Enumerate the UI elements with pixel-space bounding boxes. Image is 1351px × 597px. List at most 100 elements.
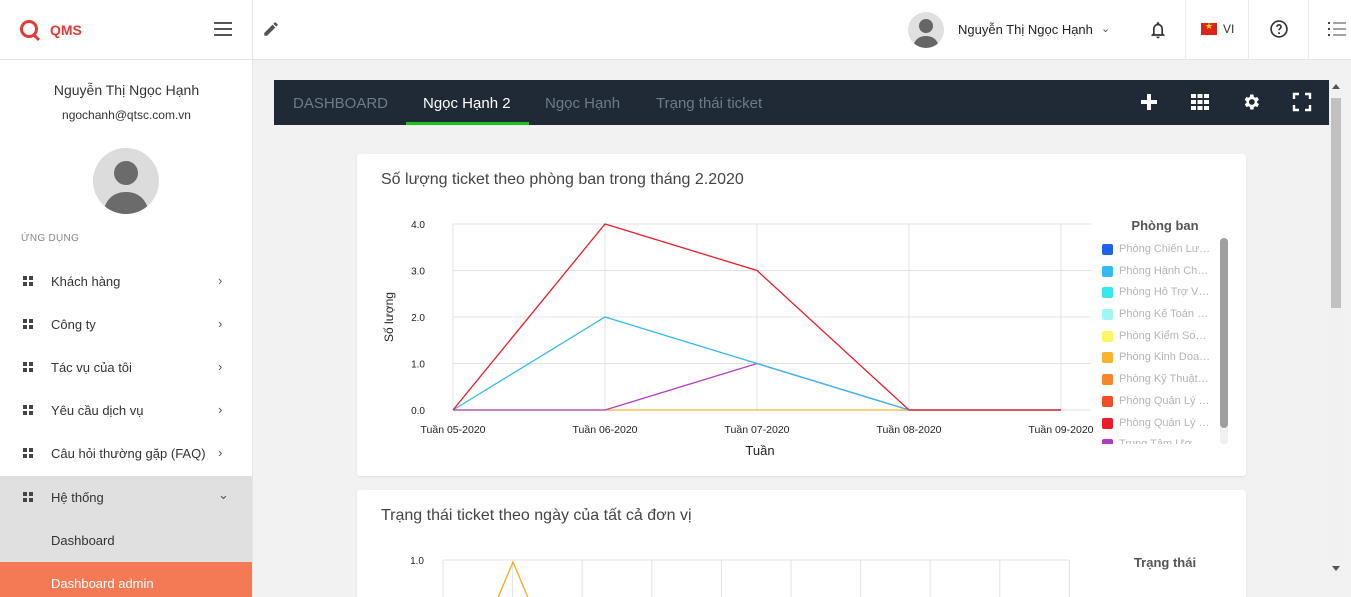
legend-item[interactable]: Phòng Hành Chí… xyxy=(1094,260,1230,282)
line-chart: 1.0 Trạng thái xyxy=(410,555,1196,597)
add-icon[interactable] xyxy=(1139,92,1159,112)
legend-label: Phòng Hành Chí… xyxy=(1119,264,1211,277)
legend-item[interactable]: Phòng Kinh Doanh xyxy=(1094,346,1230,368)
legend-item[interactable]: Trung Tâm Ươm… xyxy=(1094,433,1230,444)
brand: QMS xyxy=(0,0,253,60)
sidebar-item-label: Khách hàng xyxy=(51,274,121,289)
legend-item[interactable]: Phòng Chiến Lư… xyxy=(1094,238,1230,260)
y-axis-title: Số lượng xyxy=(382,292,396,342)
chevron-right-icon: › xyxy=(218,359,223,374)
y-tick-label: 4.0 xyxy=(411,220,425,231)
sidebar-item-label: Công ty xyxy=(51,317,96,332)
list-icon[interactable] xyxy=(1328,21,1346,37)
chevron-right-icon: › xyxy=(218,402,223,417)
legend-item[interactable]: Phòng Hỗ Trợ V… xyxy=(1094,281,1230,303)
grid-view-icon[interactable] xyxy=(1190,92,1210,112)
legend-item[interactable]: Phòng Quản Lý … xyxy=(1094,412,1230,434)
sidebar-subitem-label: Dashboard admin xyxy=(51,576,154,591)
fullscreen-icon[interactable] xyxy=(1292,92,1312,112)
bell-icon[interactable] xyxy=(1148,19,1168,41)
legend-item[interactable]: Phòng Kiểm Soá… xyxy=(1094,325,1230,347)
legend-title: Phòng ban xyxy=(1131,218,1198,233)
sidebar-item-faq[interactable]: Câu hỏi thường gặp (FAQ) › xyxy=(0,432,252,475)
sidebar-item-khach-hang[interactable]: Khách hàng › xyxy=(0,260,252,303)
x-tick-label: Tuần 05-2020 xyxy=(421,424,486,436)
legend-swatch xyxy=(1102,287,1113,299)
x-axis-title: Tuần xyxy=(745,443,774,458)
legend-item[interactable]: Phòng Kỹ Thuật … xyxy=(1094,368,1230,390)
y-tick-label: 2.0 xyxy=(411,313,425,324)
legend-label: Trung Tâm Ươm… xyxy=(1119,438,1211,444)
profile-name: Nguyễn Thị Ngọc Hạnh xyxy=(53,82,200,98)
x-tick-label: Tuần 09-2020 xyxy=(1029,424,1094,436)
legend-label: Phòng Kinh Doanh xyxy=(1119,351,1211,364)
chevron-right-icon: › xyxy=(218,445,223,460)
sidebar-section-title: ỨNG DỤNG xyxy=(21,233,80,244)
top-username[interactable]: Nguyễn Thị Ngọc Hạnh xyxy=(958,22,1093,37)
user-menu[interactable]: Nguyễn Thị Ngọc Hạnh ⌄ xyxy=(900,0,1130,60)
chevron-right-icon: › xyxy=(218,273,223,288)
vietnam-flag-icon[interactable] xyxy=(1201,21,1217,35)
x-tick-label: Tuần 08-2020 xyxy=(877,424,942,436)
scroll-up-icon[interactable] xyxy=(1332,84,1340,89)
y-tick-label: 1.0 xyxy=(411,360,425,371)
chevron-down-icon: ⌄ xyxy=(218,487,229,502)
sidebar: Nguyễn Thị Ngọc Hạnh ngochanh@qtsc.com.v… xyxy=(0,60,253,597)
chart-card-department: Số lượng ticket theo phòng ban trong thá… xyxy=(357,154,1246,476)
sidebar-item-cong-ty[interactable]: Công ty › xyxy=(0,303,252,346)
active-tab-indicator xyxy=(406,122,529,125)
hamburger-menu-icon[interactable] xyxy=(214,22,232,36)
language-selector[interactable]: VI xyxy=(1223,22,1234,36)
chart-card-ticket-status: Trạng thái ticket theo ngày của tất cả đ… xyxy=(357,490,1246,597)
sidebar-item-he-thong[interactable]: Hệ thống ⌄ xyxy=(0,476,252,519)
legend-item[interactable]: Phòng Quản Lý … xyxy=(1094,390,1230,412)
scroll-down-icon[interactable] xyxy=(1332,566,1340,571)
y-tick-label: 3.0 xyxy=(411,267,425,278)
legend-scrollbar-thumb[interactable] xyxy=(1220,238,1228,428)
legend-swatch xyxy=(1102,244,1113,255)
y-tick-label: 0.0 xyxy=(411,406,425,417)
grid-icon xyxy=(23,492,33,502)
page-scrollbar[interactable] xyxy=(1329,80,1343,577)
tab-trang-thai-ticket[interactable]: Trạng thái ticket xyxy=(656,80,762,125)
sidebar-item-label: Yêu cầu dịch vụ xyxy=(51,403,144,418)
legend-swatch xyxy=(1102,352,1113,364)
sidebar-item-tac-vu[interactable]: Tác vụ của tôi › xyxy=(0,346,252,389)
divider xyxy=(1248,0,1249,60)
tab-ngoc-hanh-2[interactable]: Ngọc Hạnh 2 xyxy=(423,80,511,125)
grid-icon xyxy=(23,319,33,329)
legend-swatch xyxy=(1102,265,1113,277)
sidebar-subitem-label: Dashboard xyxy=(51,533,115,548)
help-icon[interactable] xyxy=(1269,19,1289,39)
legend-label: Phòng Kiểm Soá… xyxy=(1119,329,1211,342)
grid-icon xyxy=(23,405,33,415)
qms-logo-icon xyxy=(20,20,38,38)
legend-label: Phòng Hỗ Trợ V… xyxy=(1119,286,1210,299)
legend-label: Phòng Kỹ Thuật … xyxy=(1119,373,1211,386)
sidebar-item-label: Hệ thống xyxy=(51,490,104,505)
pencil-icon[interactable] xyxy=(262,20,280,38)
legend-scrollbar[interactable] xyxy=(1220,238,1228,444)
scrollbar-thumb[interactable] xyxy=(1331,98,1341,308)
chevron-down-icon[interactable]: ⌄ xyxy=(1101,22,1110,35)
avatar[interactable] xyxy=(908,12,944,48)
legend-item[interactable]: Phòng Kế Toán … xyxy=(1094,303,1230,325)
sidebar-item-yeu-cau[interactable]: Yêu cầu dịch vụ › xyxy=(0,389,252,432)
legend-label: Phòng Chiến Lư… xyxy=(1119,243,1211,255)
grid-icon xyxy=(23,276,33,286)
sidebar-subitem-dashboard-admin[interactable]: Dashboard admin xyxy=(0,562,252,597)
legend-swatch xyxy=(1102,374,1113,386)
x-tick-label: Tuần 07-2020 xyxy=(725,424,790,436)
legend-swatch xyxy=(1102,330,1113,342)
tab-ngoc-hanh[interactable]: Ngọc Hạnh xyxy=(545,80,620,125)
gear-icon[interactable] xyxy=(1241,92,1261,112)
y-tick-label: 1.0 xyxy=(410,556,424,567)
sidebar-subitem-dashboard[interactable]: Dashboard xyxy=(0,519,252,562)
legend-title: Trạng thái xyxy=(1134,555,1196,570)
dashboard-tabs: DASHBOARD Ngọc Hạnh 2 Ngọc Hạnh Trạng th… xyxy=(274,80,1329,125)
divider xyxy=(1308,0,1309,60)
top-bar: QMS Nguyễn Thị Ngọc Hạnh ⌄ VI xyxy=(0,0,1351,60)
x-tick-label: Tuần 06-2020 xyxy=(573,424,638,436)
tab-dashboard[interactable]: DASHBOARD xyxy=(293,80,388,125)
legend-swatch xyxy=(1102,395,1113,407)
